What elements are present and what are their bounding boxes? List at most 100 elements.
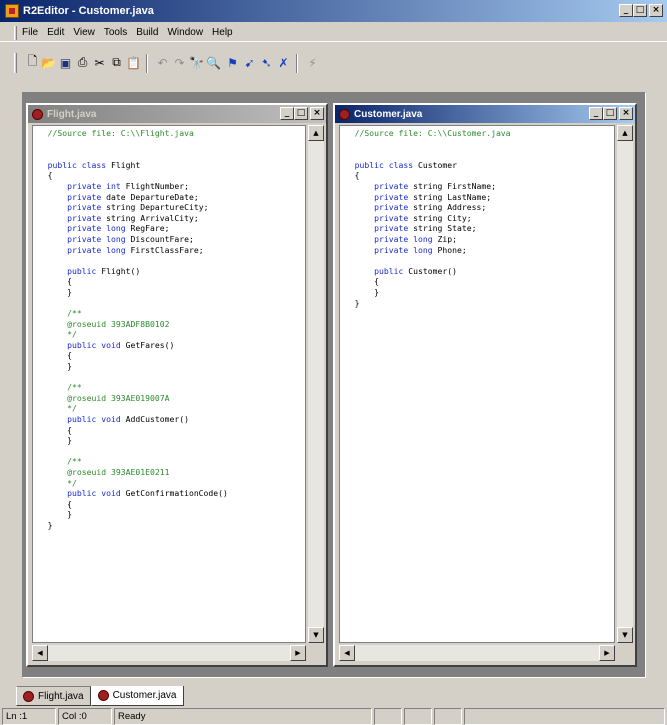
close-icon[interactable]: × — [619, 107, 633, 120]
close-icon[interactable]: × — [649, 4, 663, 17]
horizontal-scrollbar[interactable]: ◀ ▶ — [339, 645, 615, 661]
find-icon[interactable]: 🔭 — [188, 54, 205, 71]
status-indicator — [374, 708, 402, 725]
bookmark-next-icon[interactable]: ➹ — [241, 54, 258, 71]
status-message: Ready — [114, 708, 372, 725]
maximize-icon[interactable]: □ — [633, 4, 647, 17]
code-line: */ — [47, 403, 77, 414]
cut-icon[interactable]: ✂ — [91, 54, 108, 71]
code-line: } — [47, 509, 72, 520]
editor-title-bar[interactable]: Flight.java _ □ × — [28, 105, 326, 123]
child-window-controls: _ □ × — [280, 107, 324, 120]
app-title: R2Editor - Customer.java — [23, 5, 154, 17]
menu-edit[interactable]: Edit — [47, 27, 64, 38]
code-line: } — [354, 297, 360, 308]
code-line: public void GetConfirmationCode() — [47, 488, 228, 499]
editor-window-customer[interactable]: Customer.java _ □ × //Source file: C:\\C… — [333, 103, 637, 667]
code-line: @roseuid 393AE019007A — [47, 392, 170, 403]
code-line: private long Zip; — [354, 233, 457, 244]
menu-file[interactable]: File — [22, 27, 38, 38]
editor-window-flight[interactable]: Flight.java _ □ × //Source file: C:\\Fli… — [26, 103, 328, 667]
horizontal-scrollbar[interactable]: ◀ ▶ — [32, 645, 306, 661]
scroll-right-icon[interactable]: ▶ — [599, 645, 615, 661]
java-file-icon — [23, 690, 34, 702]
bookmark-clear-icon[interactable]: ✗ — [275, 54, 292, 71]
code-line: /** — [47, 456, 82, 467]
new-file-icon[interactable]: 🗋 — [24, 54, 41, 71]
code-line: } — [47, 519, 53, 530]
bookmark-prev-icon[interactable]: ➷ — [258, 54, 275, 71]
code-line: } — [47, 286, 72, 297]
scroll-left-icon[interactable]: ◀ — [339, 645, 355, 661]
toolbar-grip[interactable] — [14, 53, 17, 73]
editor-title-bar[interactable]: Customer.java _ □ × — [335, 105, 635, 123]
menu-tools[interactable]: Tools — [104, 27, 127, 38]
code-line: { — [354, 276, 379, 287]
minimize-icon[interactable]: _ — [280, 107, 294, 120]
code-line: { — [47, 170, 53, 181]
minimize-icon[interactable]: _ — [619, 4, 633, 17]
scroll-right-icon[interactable]: ▶ — [290, 645, 306, 661]
code-line: private string LastName; — [354, 191, 492, 202]
resize-grip[interactable] — [617, 645, 633, 661]
menu-window[interactable]: Window — [167, 27, 203, 38]
app-icon[interactable] — [5, 4, 19, 18]
code-line: private string ArrivalCity; — [47, 212, 199, 223]
editor-title: Customer.java — [354, 108, 423, 120]
scroll-left-icon[interactable]: ◀ — [32, 645, 48, 661]
scroll-down-icon[interactable]: ▼ — [617, 627, 633, 643]
toolbar-separator — [146, 54, 148, 73]
code-line: private long FirstClassFare; — [47, 244, 204, 255]
java-file-icon — [97, 690, 109, 701]
print-icon[interactable]: ⎙ — [74, 54, 91, 71]
close-icon[interactable]: × — [310, 107, 324, 120]
code-line: /** — [47, 382, 82, 393]
tab-flight[interactable]: Flight.java — [16, 686, 91, 706]
maximize-icon[interactable]: □ — [603, 107, 617, 120]
menu-view[interactable]: View — [73, 27, 95, 38]
tab-customer[interactable]: Customer.java — [90, 686, 184, 706]
scroll-down-icon[interactable]: ▼ — [308, 627, 324, 643]
bookmark-icon[interactable]: ⚑ — [224, 54, 241, 71]
code-line: private string DepartureCity; — [47, 202, 209, 213]
menu-help[interactable]: Help — [212, 27, 233, 38]
scroll-up-icon[interactable]: ▲ — [617, 125, 633, 141]
build-icon[interactable]: ⚡ — [304, 54, 321, 71]
maximize-icon[interactable]: □ — [294, 107, 308, 120]
code-line: @roseuid 393ADF8B0102 — [47, 318, 170, 329]
copy-icon[interactable]: ⧉ — [108, 54, 125, 71]
code-line: { — [47, 424, 72, 435]
find-next-icon[interactable]: 🔍 — [205, 54, 222, 71]
undo-icon[interactable]: ↶ — [154, 54, 171, 71]
code-editor[interactable]: //Source file: C:\\Customer.java public … — [339, 125, 615, 643]
menubar-grip[interactable] — [14, 26, 17, 40]
app-title-bar[interactable]: R2Editor - Customer.java _ □ × — [0, 0, 667, 22]
code-line: //Source file: C:\\Flight.java — [47, 128, 194, 138]
status-panel — [464, 708, 665, 725]
open-folder-icon[interactable]: 📂 — [40, 54, 57, 71]
status-indicator — [404, 708, 432, 725]
redo-icon[interactable]: ↷ — [171, 54, 188, 71]
code-line: public class Customer — [354, 159, 457, 170]
resize-grip[interactable] — [308, 645, 324, 661]
code-line: } — [47, 361, 72, 372]
menu-build[interactable]: Build — [136, 27, 158, 38]
paste-icon[interactable]: 📋 — [125, 54, 142, 71]
save-icon[interactable]: ▣ — [57, 54, 74, 71]
code-editor[interactable]: //Source file: C:\\Flight.java public cl… — [32, 125, 306, 643]
editor-title: Flight.java — [47, 108, 97, 120]
tab-label: Flight.java — [38, 690, 84, 702]
minimize-icon[interactable]: _ — [589, 107, 603, 120]
vertical-scrollbar[interactable]: ▲ ▼ — [308, 125, 324, 643]
vertical-scrollbar[interactable]: ▲ ▼ — [617, 125, 633, 643]
code-line: */ — [47, 477, 77, 488]
toolbar: 🗋 📂 ▣ ⎙ ✂ ⧉ 📋 ↶ ↷ 🔭 🔍 ⚑ ➹ ➷ ✗ ⚡ — [0, 50, 667, 76]
scroll-up-icon[interactable]: ▲ — [308, 125, 324, 141]
code-line: public Flight() — [47, 265, 141, 276]
